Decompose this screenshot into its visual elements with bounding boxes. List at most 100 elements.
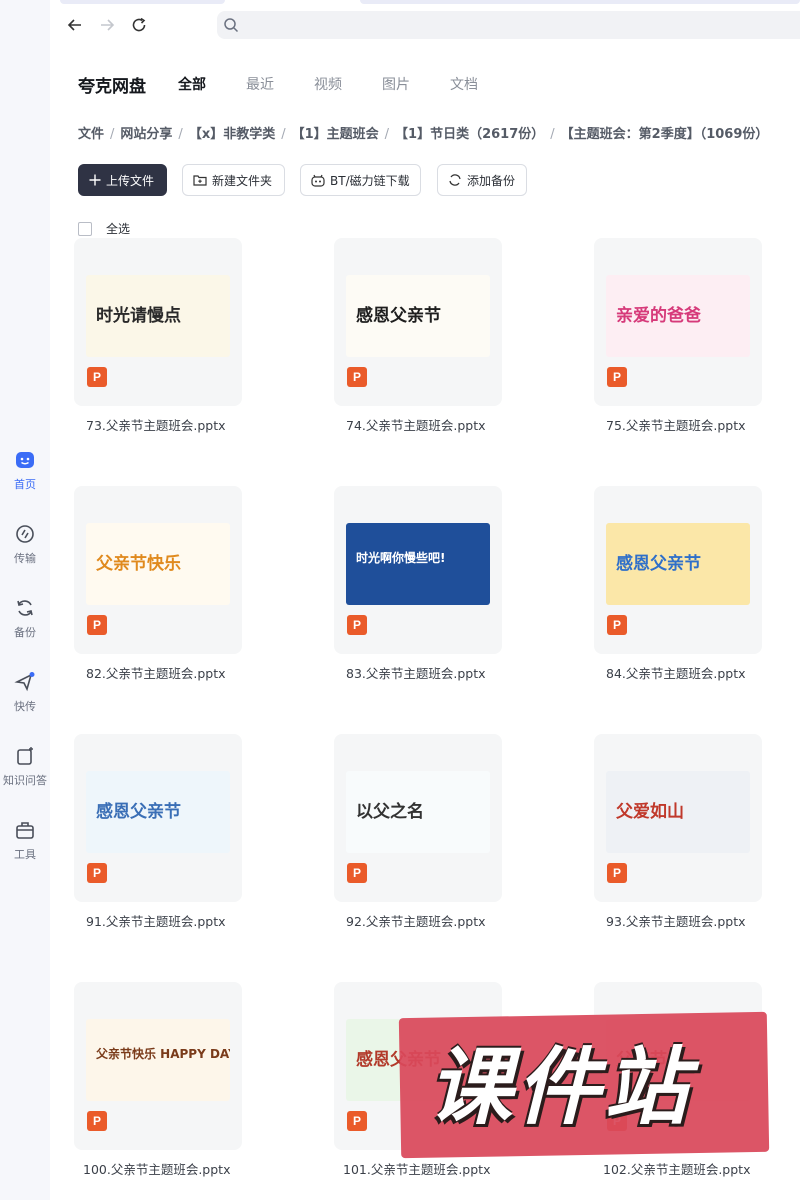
breadcrumb-item-current[interactable]: 【主题班会：第2季度】（1069份） xyxy=(561,127,769,142)
watermark-text: 课件站 xyxy=(428,1038,693,1136)
thumbnail-title: 父亲节快乐 xyxy=(96,554,181,574)
tab-document[interactable]: 文档 xyxy=(450,74,478,94)
left-sidebar: 首页 传输 备份 快传 知识问答 工具 xyxy=(0,0,50,1200)
file-name[interactable]: 83.父亲节主题班会.pptx xyxy=(346,663,486,682)
rail-item-home[interactable]: 首页 xyxy=(0,448,50,492)
thumbnail-title: 感恩父亲节 xyxy=(356,306,441,326)
file-thumbnail: 父亲节快乐 HAPPY DAY xyxy=(86,1019,230,1101)
breadcrumb-item[interactable]: 【1】主题班会 xyxy=(292,127,379,142)
file-name[interactable]: 75.父亲节主题班会.pptx xyxy=(606,415,746,434)
select-all[interactable]: 全选 xyxy=(78,220,130,237)
back-button[interactable] xyxy=(64,14,86,36)
ppt-file-icon: P xyxy=(87,367,107,387)
file-card[interactable]: 感恩父亲节 P xyxy=(334,238,502,406)
sync-icon xyxy=(449,174,461,186)
select-all-label: 全选 xyxy=(106,222,131,236)
file-thumbnail: 父亲节快乐 xyxy=(86,523,230,605)
file-card[interactable]: 父亲节快乐 P xyxy=(74,486,242,654)
file-thumbnail: 时光啊你慢些吧! xyxy=(346,523,490,605)
rail-item-tools[interactable]: 工具 xyxy=(0,818,50,862)
breadcrumb-separator: / xyxy=(281,127,286,142)
arrow-left-icon xyxy=(67,19,81,31)
bt-download-label: BT/磁力链下载 xyxy=(330,173,410,188)
file-name[interactable]: 102.父亲节主题班会.pptx xyxy=(603,1159,750,1178)
file-thumbnail: 时光请慢点 xyxy=(86,275,230,357)
new-folder-label: 新建文件夹 xyxy=(212,173,273,188)
thumbnail-title: 时光啊你慢些吧! xyxy=(356,551,446,565)
file-name[interactable]: 92.父亲节主题班会.pptx xyxy=(346,911,486,930)
new-folder-button[interactable]: 新建文件夹 xyxy=(182,164,285,196)
file-card[interactable]: 以父之名 P xyxy=(334,734,502,902)
upload-label: 上传文件 xyxy=(106,173,155,188)
ppt-file-icon: P xyxy=(607,367,627,387)
file-card[interactable]: 父爱如山 P xyxy=(594,734,762,902)
file-card[interactable]: 感恩父亲节 P xyxy=(594,486,762,654)
rail-label: 知识问答 xyxy=(3,774,47,787)
rail-item-qa[interactable]: 知识问答 xyxy=(0,744,50,788)
file-thumbnail: 亲爱的爸爸 xyxy=(606,275,750,357)
thumbnail-title: 感恩父亲节 xyxy=(96,802,181,822)
rail-item-quick-send[interactable]: 快传 xyxy=(0,670,50,714)
breadcrumb-item[interactable]: 文件 xyxy=(78,127,104,142)
backup-icon xyxy=(13,596,37,620)
rail-item-backup[interactable]: 备份 xyxy=(0,596,50,640)
file-thumbnail: 感恩父亲节 xyxy=(346,275,490,357)
top-tab-strip-left xyxy=(60,0,225,4)
ppt-file-icon: P xyxy=(87,1111,107,1131)
forward-button[interactable] xyxy=(96,14,118,36)
rail-label: 快传 xyxy=(14,700,36,713)
quick-send-icon xyxy=(13,670,37,694)
rail-label: 备份 xyxy=(14,626,36,639)
arrow-right-icon xyxy=(101,19,115,31)
refresh-button[interactable] xyxy=(128,14,150,36)
ppt-file-icon: P xyxy=(347,1111,367,1131)
tab-all[interactable]: 全部 xyxy=(178,74,206,94)
refresh-icon xyxy=(132,17,146,32)
file-card[interactable]: 亲爱的爸爸 P xyxy=(594,238,762,406)
top-tab-strip-right xyxy=(360,0,800,4)
thumbnail-title: 父亲节快乐 HAPPY DAY xyxy=(96,1047,230,1061)
ppt-file-icon: P xyxy=(87,615,107,635)
address-bar[interactable] xyxy=(217,11,800,39)
file-name[interactable]: 82.父亲节主题班会.pptx xyxy=(86,663,226,682)
file-name[interactable]: 73.父亲节主题班会.pptx xyxy=(86,415,226,434)
breadcrumb-item[interactable]: 网站分享 xyxy=(120,127,172,142)
breadcrumb-item[interactable]: 【1】节日类（2617份） xyxy=(395,127,544,142)
file-name[interactable]: 84.父亲节主题班会.pptx xyxy=(606,663,746,682)
file-card[interactable]: 时光啊你慢些吧! P xyxy=(334,486,502,654)
file-name[interactable]: 101.父亲节主题班会.pptx xyxy=(343,1159,490,1178)
select-all-checkbox[interactable] xyxy=(78,221,92,236)
toolbox-icon xyxy=(13,818,37,842)
tab-image[interactable]: 图片 xyxy=(382,74,410,94)
bt-download-button[interactable]: BT/磁力链下载 xyxy=(300,164,421,196)
home-face-icon xyxy=(13,448,37,472)
file-name[interactable]: 74.父亲节主题班会.pptx xyxy=(346,415,486,434)
ppt-file-icon: P xyxy=(347,863,367,883)
tab-video[interactable]: 视频 xyxy=(314,74,342,94)
add-backup-button[interactable]: 添加备份 xyxy=(437,164,527,196)
file-card[interactable]: 时光请慢点 P xyxy=(74,238,242,406)
app-brand: 夸克网盘 xyxy=(78,77,146,97)
thumbnail-title: 以父之名 xyxy=(356,802,424,822)
file-thumbnail: 感恩父亲节 xyxy=(86,771,230,853)
ppt-file-icon: P xyxy=(347,367,367,387)
breadcrumb-separator: / xyxy=(384,127,390,142)
tab-recent[interactable]: 最近 xyxy=(246,74,274,94)
qa-icon xyxy=(13,744,37,768)
file-thumbnail: 父爱如山 xyxy=(606,771,750,853)
file-card[interactable]: 父亲节快乐 HAPPY DAY P xyxy=(74,982,242,1150)
breadcrumb-separator: / xyxy=(110,127,115,142)
thumbnail-title: 感恩父亲节 xyxy=(616,554,701,574)
magnet-bt-icon xyxy=(311,174,325,187)
file-name[interactable]: 100.父亲节主题班会.pptx xyxy=(83,1159,230,1178)
add-backup-label: 添加备份 xyxy=(467,173,516,188)
transfer-icon xyxy=(13,522,37,546)
plus-icon xyxy=(89,174,101,186)
file-card[interactable]: 感恩父亲节 P xyxy=(74,734,242,902)
ppt-file-icon: P xyxy=(87,863,107,883)
upload-button[interactable]: 上传文件 xyxy=(78,164,167,196)
file-name[interactable]: 93.父亲节主题班会.pptx xyxy=(606,911,746,930)
file-name[interactable]: 91.父亲节主题班会.pptx xyxy=(86,911,226,930)
rail-item-transfer[interactable]: 传输 xyxy=(0,522,50,566)
breadcrumb-item[interactable]: 【x】非教学类 xyxy=(189,127,275,142)
